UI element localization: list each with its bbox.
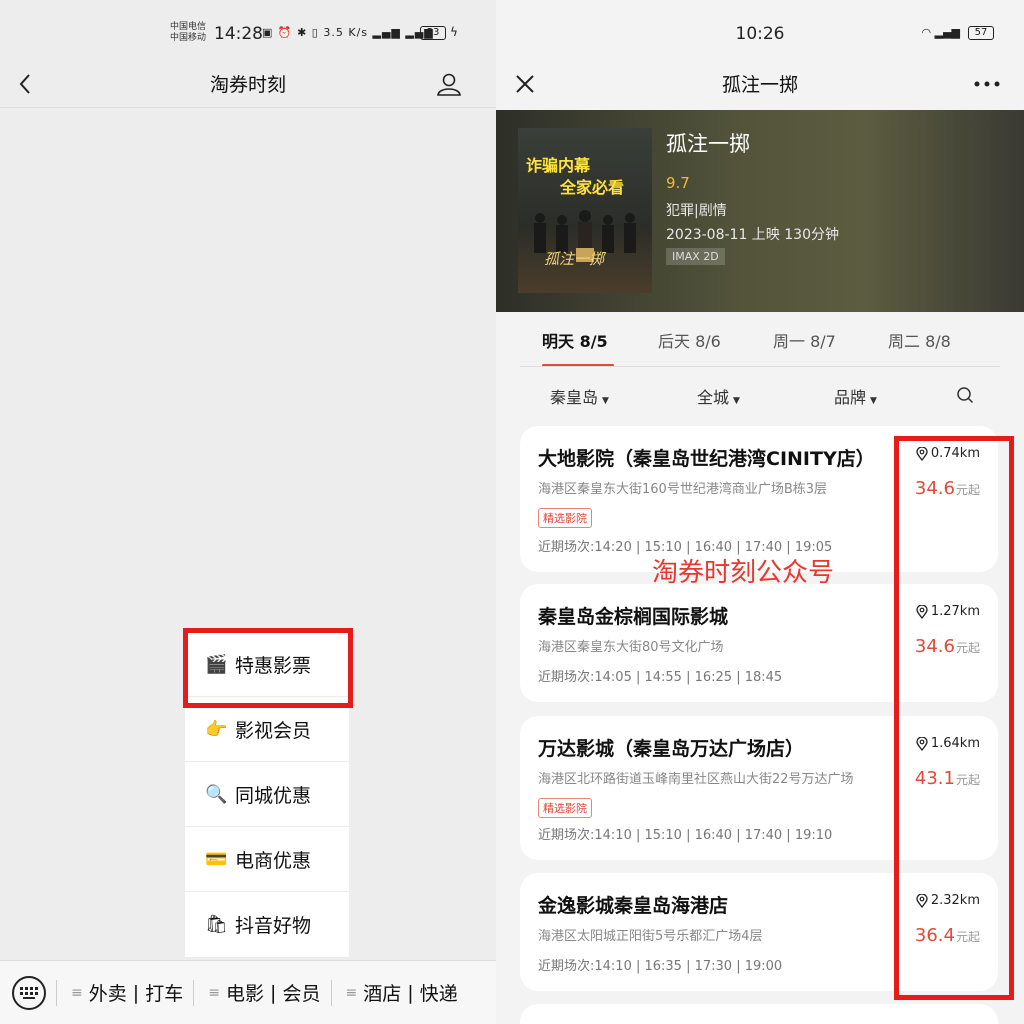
movie-score: 9.7 — [666, 174, 690, 192]
search-button[interactable] — [956, 386, 974, 408]
bottom-menu-group-3[interactable]: ≡ 酒店 | 快递 — [346, 979, 458, 1006]
bottom-menu-bar: ≡ 外卖 | 打车 ≡ 电影 | 会员 ≡ 酒店 | 快递 — [0, 960, 496, 1024]
divider — [330, 979, 332, 1006]
page-title: 淘券时刻 — [209, 74, 286, 96]
filter-bar: 秦皇岛 ▼ 全城 ▼ 品牌 ▼ — [496, 370, 1024, 418]
cinema-name: 万达影城（秦皇岛万达广场店） — [538, 738, 805, 760]
filter-label: 品牌 — [834, 388, 867, 407]
shopping-bag-icon: 🛍 — [205, 914, 228, 935]
featured-badge: 精选影院 — [538, 508, 592, 528]
keyboard-icon — [20, 986, 38, 999]
status-bar: 10:26 ◠ ▂▄▆ 57 — [496, 0, 1024, 64]
caret-down-icon: ▼ — [602, 396, 609, 406]
caret-down-icon: ▼ — [870, 396, 877, 406]
filter-district[interactable]: 全城 ▼ — [697, 384, 740, 408]
menu-label: 同城优惠 — [235, 784, 312, 807]
page-title: 孤注一掷 — [721, 74, 798, 96]
right-screen: 10:26 ◠ ▂▄▆ 57 孤注一掷 诈骗内幕 全家必看 孤注一掷 孤注一掷 … — [496, 0, 1024, 1024]
tab-date-4[interactable]: 周二 8/8 — [888, 328, 951, 352]
divider — [520, 366, 1000, 367]
poster-logo: 孤注一掷 — [544, 250, 605, 268]
bottom-menu-group-2[interactable]: ≡ 电影 | 会员 — [208, 979, 320, 1006]
status-bar: 中国电信 中国移动 14:28 ▣ ⏰ ✱ ▯ 3.5 K/s ▂▄▆ ▂▄▆ … — [0, 0, 496, 64]
divider — [193, 979, 195, 1006]
cinema-address: 海港区北环路街道玉峰南里社区燕山大街22号万达广场 — [538, 772, 854, 787]
poster-text-1: 诈骗内幕 — [526, 156, 591, 175]
signal-icons: ◠ ▂▄▆ — [921, 26, 960, 39]
bottom-item: 快递 — [419, 983, 458, 1005]
menu-lines-icon: ≡ — [208, 984, 220, 1001]
menu-label: 电商优惠 — [235, 849, 312, 872]
more-button[interactable] — [970, 68, 1004, 100]
cinema-showtimes: 近期场次:14:05 | 14:55 | 16:25 | 18:45 — [538, 670, 783, 685]
cinema-address: 海港区太阳城正阳街5号乐都汇广场4层 — [538, 929, 763, 944]
cinema-address: 海港区秦皇东大街160号世纪港湾商业广场B栋3层 — [538, 482, 828, 497]
cinema-address: 海港区秦皇东大街80号文化广场 — [538, 640, 724, 655]
cinema-showtimes: 近期场次:14:10 | 16:35 | 17:30 | 19:00 — [538, 959, 783, 974]
left-screen: 中国电信 中国移动 14:28 ▣ ⏰ ✱ ▯ 3.5 K/s ▂▄▆ ▂▄▆ … — [0, 0, 496, 1024]
cinema-name: 秦皇岛金棕榈国际影城 — [538, 606, 729, 628]
nav-bar: 孤注一掷 — [496, 60, 1024, 108]
bottom-item: 酒店 — [363, 983, 402, 1005]
card-icon: 💳 — [205, 848, 228, 870]
nav-bar: 淘券时刻 — [0, 60, 496, 108]
filter-city[interactable]: 秦皇岛 ▼ — [550, 384, 609, 408]
movie-title: 孤注一掷 — [666, 132, 750, 156]
user-icon — [437, 73, 461, 96]
battery-indicator: 53 — [420, 26, 446, 40]
highlight-box — [894, 436, 1014, 1000]
menu-item-local-deals[interactable]: 🔍 同城优惠 — [185, 762, 349, 827]
highlight-box — [183, 628, 353, 708]
menu-lines-icon: ≡ — [71, 984, 83, 1001]
menu-item-douyin-goods[interactable]: 🛍 抖音好物 — [185, 892, 349, 957]
movie-release: 2023-08-11 上映 130分钟 — [666, 227, 839, 243]
bottom-menu-group-1[interactable]: ≡ 外卖 | 打车 — [71, 979, 183, 1006]
cinema-card-peek[interactable] — [520, 1004, 998, 1024]
menu-item-ecommerce-deals[interactable]: 💳 电商优惠 — [185, 827, 349, 892]
cinema-name: 大地影院（秦皇岛世纪港湾CINITY店） — [538, 448, 875, 470]
tab-date-2[interactable]: 后天 8/6 — [658, 328, 721, 352]
date-tabs: 明天 8/5 后天 8/6 周一 8/7 周二 8/8 — [496, 312, 1024, 368]
menu-label: 抖音好物 — [235, 915, 312, 937]
bottom-item: 会员 — [282, 983, 321, 1005]
carrier-label: 中国电信 中国移动 — [170, 22, 206, 44]
pointing-hand-icon: 👉 — [205, 718, 228, 740]
filter-brand[interactable]: 品牌 ▼ — [834, 384, 877, 408]
filter-label: 全城 — [697, 388, 730, 407]
movie-genre: 犯罪|剧情 — [666, 203, 727, 219]
net-speed: 3.5 K/s — [323, 26, 368, 39]
bottom-item: 外卖 — [88, 983, 127, 1005]
filter-label: 秦皇岛 — [550, 388, 599, 407]
movie-poster[interactable]: 诈骗内幕 全家必看 孤注一掷 — [518, 128, 652, 293]
battery-indicator: 57 — [968, 26, 994, 40]
menu-lines-icon: ≡ — [345, 984, 358, 1001]
status-time: 14:28 — [214, 24, 263, 44]
status-icons: ▣ ⏰ ✱ ▯ 3.5 K/s ▂▄▆ ▂▄▆ — [262, 26, 434, 39]
tab-date-3[interactable]: 周一 8/7 — [773, 328, 836, 352]
more-icon — [974, 81, 1000, 87]
bottom-item: 打车 — [145, 983, 184, 1005]
magnifier-icon: 🔍 — [205, 783, 228, 805]
movie-format-badge: IMAX 2D — [666, 248, 725, 265]
menu-label: 影视会员 — [235, 719, 312, 742]
divider — [56, 979, 57, 1006]
bottom-item: 电影 — [225, 983, 264, 1005]
carrier-2: 中国移动 — [170, 33, 207, 43]
charging-icon: ϟ — [450, 25, 458, 39]
cinema-name: 金逸影城秦皇岛海港店 — [538, 895, 729, 917]
movie-header: 诈骗内幕 全家必看 孤注一掷 孤注一掷 9.7 犯罪|剧情 2023-08-11… — [496, 110, 1024, 312]
tab-date-1[interactable]: 明天 8/5 — [542, 328, 608, 352]
search-icon — [957, 387, 974, 404]
profile-button[interactable] — [432, 68, 466, 100]
featured-badge: 精选影院 — [538, 798, 592, 818]
cinema-showtimes: 近期场次:14:10 | 15:10 | 16:40 | 17:40 | 19:… — [538, 828, 833, 843]
poster-text-2: 全家必看 — [560, 178, 625, 197]
watermark-text: 淘券时刻公众号 — [652, 558, 835, 588]
caret-down-icon: ▼ — [733, 396, 740, 406]
keyboard-button[interactable] — [12, 975, 46, 1010]
carrier-1: 中国电信 — [170, 22, 207, 32]
